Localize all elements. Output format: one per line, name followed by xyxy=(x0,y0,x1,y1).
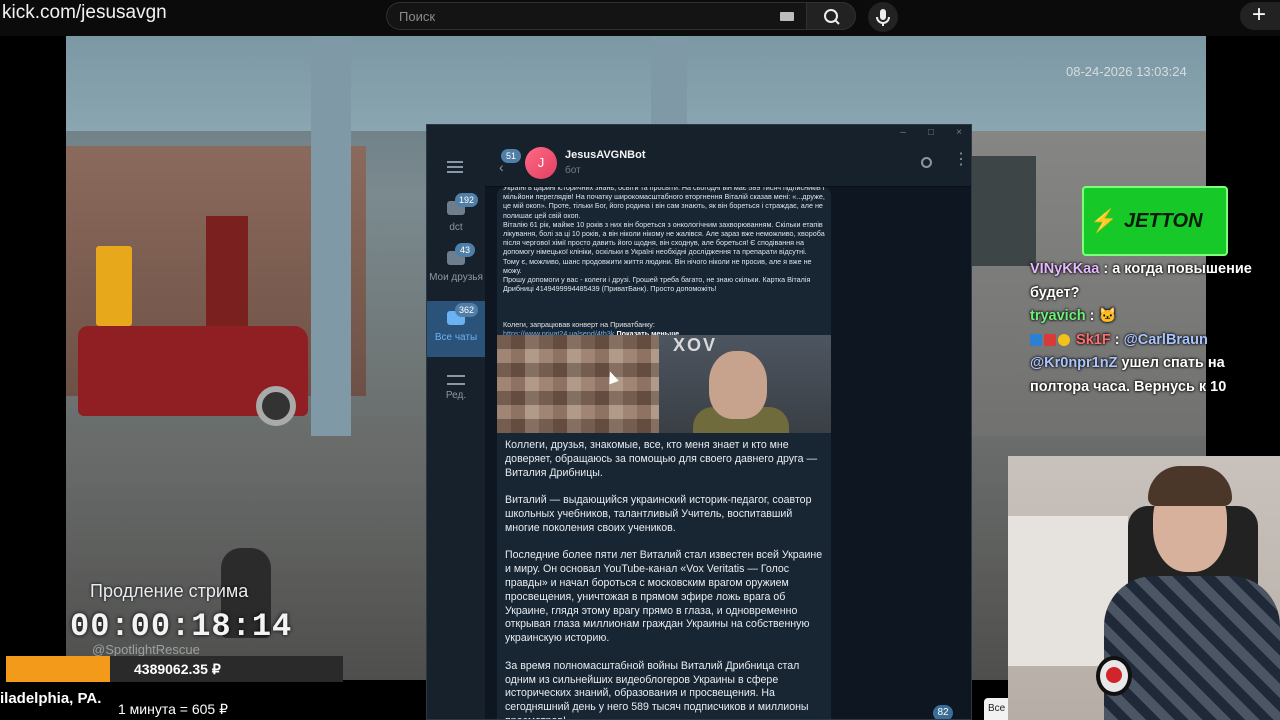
chat-header: 51 ‹ J JesusAVGNBot бот ⋮ xyxy=(485,141,971,187)
folder-label: Ред. xyxy=(445,390,467,401)
jetton-logo-icon: ⚡ xyxy=(1090,208,1118,233)
stream-extension-timer: 00:00:18:14 xyxy=(70,608,293,645)
webcam-streamer-hair xyxy=(1148,466,1232,506)
message-paragraph: За время полномасштабной войны Виталий Д… xyxy=(505,659,809,719)
chat-status: бот xyxy=(565,165,581,176)
folder-unread-badge: 362 xyxy=(455,303,479,317)
location-label: iladelphia, PA. xyxy=(0,690,102,707)
video-timestamp: 08-24-2026 13:03:24 xyxy=(1066,64,1187,79)
video-traffic-light xyxy=(96,246,132,326)
video-door xyxy=(206,216,248,336)
image-person-face xyxy=(709,351,767,419)
avatar[interactable]: J xyxy=(525,147,557,179)
more-vertical-icon[interactable]: ⋮ xyxy=(953,151,969,169)
video-watermark: @SpotlightRescue xyxy=(92,642,200,657)
gift-badge-icon xyxy=(1044,333,1056,346)
message-paragraph: Виталий — выдающийся украинский историк-… xyxy=(505,494,812,534)
folder-label: Мои друзья xyxy=(429,272,483,283)
message-paragraph: Коллеги, друзья, знакомые, все, кто меня… xyxy=(505,439,818,479)
page-url[interactable]: kick.com/jesusavgn xyxy=(2,2,167,24)
microphone-icon xyxy=(876,9,890,26)
image-overlay-text: XOV xyxy=(673,335,718,355)
video-window xyxy=(966,156,1036,266)
chat-message: @Kr0npr1nZ ушел спать на полтора часа. В… xyxy=(1030,352,1280,399)
mic-logo-dot xyxy=(1106,667,1122,683)
moderator-badge-icon xyxy=(1058,333,1070,346)
chat-separator: : xyxy=(1110,331,1124,348)
close-button[interactable]: × xyxy=(951,127,967,138)
chat-username: tryavich xyxy=(1030,308,1086,324)
message-image[interactable]: XOV xyxy=(497,335,831,433)
plus-icon: + xyxy=(1252,1,1267,28)
chat-separator: : xyxy=(1099,261,1113,277)
back-arrow-icon[interactable]: ‹ xyxy=(499,159,504,175)
donation-progress-bar: 4389062.35 ₽ xyxy=(6,656,343,682)
create-button[interactable]: + xyxy=(1240,2,1280,30)
telegram-titlebar: – □ × xyxy=(427,125,971,141)
scroll-down-unread-badge[interactable]: 82 xyxy=(933,705,953,719)
chat-mention: @CarlBraun xyxy=(1123,331,1208,348)
telegram-folder-sidebar: 192 dct 43 Мои друзья 362 Все чаты Ред. xyxy=(427,141,485,719)
sliders-icon xyxy=(447,375,465,385)
video-bridge xyxy=(66,36,1206,131)
telegram-window[interactable]: – □ × 192 dct 43 Мои друзья 362 Все чаты… xyxy=(426,124,972,720)
microphone-logo-icon xyxy=(1096,656,1132,696)
folder-unread-badge: 192 xyxy=(455,193,479,207)
chat-message: Sk1F : @CarlBraun xyxy=(1030,329,1280,353)
donation-total: 4389062.35 ₽ xyxy=(134,661,221,677)
message-paragraph: Последние более пяти лет Виталий стал из… xyxy=(505,549,823,645)
search-placeholder: Поиск xyxy=(399,9,436,24)
folder-friends[interactable]: 43 Мои друзья xyxy=(427,241,485,297)
message-paragraph: Прошу допомоги у вас - колеги і друзі. Г… xyxy=(503,275,811,294)
chat-separator: : xyxy=(1085,308,1099,324)
back-unread-badge: 51 xyxy=(501,149,522,163)
sponsor-name: JETTON xyxy=(1124,210,1203,232)
keyboard-icon[interactable] xyxy=(780,12,794,21)
folder-unread-badge: 43 xyxy=(455,243,475,257)
message-bubble: Україні в царині історичних знань, освіт… xyxy=(497,187,831,719)
voice-search-button[interactable] xyxy=(868,2,898,32)
folder-dct[interactable]: 192 dct xyxy=(427,191,485,247)
maximize-button[interactable]: □ xyxy=(923,127,939,138)
chat-message: VINyKKaa : а когда повышение будет? xyxy=(1030,258,1280,305)
chat-overlay: VINyKKaa : а когда повышение будет? trya… xyxy=(1030,258,1280,399)
minimize-button[interactable]: – xyxy=(895,127,911,138)
message-paragraph: Віталію 61 рік, майже 10 років з них він… xyxy=(503,219,825,275)
folder-edit[interactable]: Ред. xyxy=(427,359,485,415)
chat-text: 🐱 xyxy=(1098,308,1117,324)
extension-rate: 1 минута = 605 ₽ xyxy=(118,701,229,717)
webcam-streamer-shirt xyxy=(1104,576,1280,720)
folder-label: Все чаты xyxy=(434,332,478,343)
envelope-line: Колеги, запрацював конверт на Приватбанк… xyxy=(503,320,655,329)
hamburger-menu-icon[interactable] xyxy=(447,161,463,173)
search-icon xyxy=(824,9,840,25)
message-paragraph: Україні в царині історичних знань, освіт… xyxy=(503,187,825,220)
message-ukrainian-text: Україні в царині історичних знань, освіт… xyxy=(503,187,825,293)
streamer-webcam xyxy=(1008,456,1280,720)
folder-label: dct xyxy=(449,222,463,233)
search-input[interactable]: Поиск xyxy=(386,2,806,30)
chat-message: tryavich : 🐱 xyxy=(1030,305,1280,329)
chat-mention: @Kr0npr1nZ xyxy=(1030,355,1118,371)
chat-username: VINyKKaa xyxy=(1030,261,1100,277)
sponsor-banner: ⚡ JETTON xyxy=(1082,186,1228,256)
search-button[interactable] xyxy=(806,2,856,30)
search-icon[interactable] xyxy=(921,157,932,168)
chat-history[interactable]: Україні в царині історичних знань, освіт… xyxy=(485,187,971,719)
browser-topbar: kick.com/jesusavgn Поиск + xyxy=(0,0,1280,36)
folder-all-chats[interactable]: 362 Все чаты xyxy=(427,301,485,357)
donation-progress-fill xyxy=(6,656,111,682)
message-russian-text: Коллеги, друзья, знакомые, все, кто меня… xyxy=(505,439,823,719)
chat-username: Sk1F xyxy=(1076,331,1111,348)
chat-title[interactable]: JesusAVGNBot xyxy=(565,149,645,161)
subscriber-badge-icon xyxy=(1030,333,1042,346)
show-all-button[interactable]: Все xyxy=(984,698,1008,720)
video-wheel xyxy=(256,386,296,426)
stream-extension-label: Продление стрима xyxy=(90,581,249,601)
pixelated-image-overlay xyxy=(497,335,659,433)
